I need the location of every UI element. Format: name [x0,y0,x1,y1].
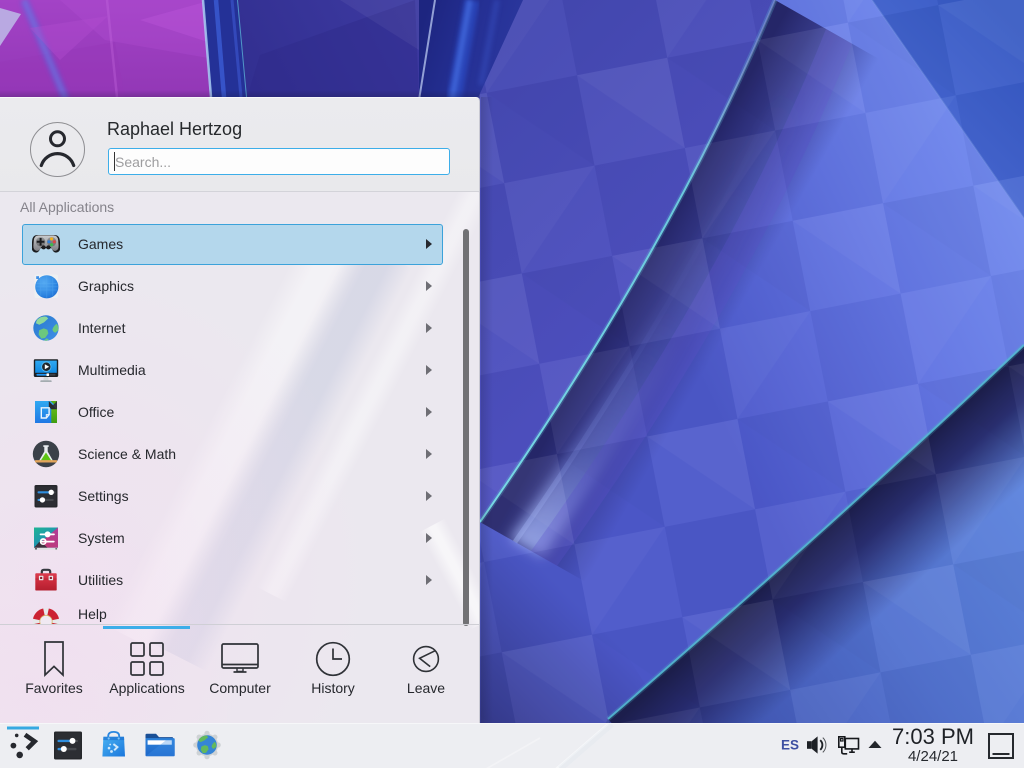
svg-text:ES: ES [781,738,799,753]
